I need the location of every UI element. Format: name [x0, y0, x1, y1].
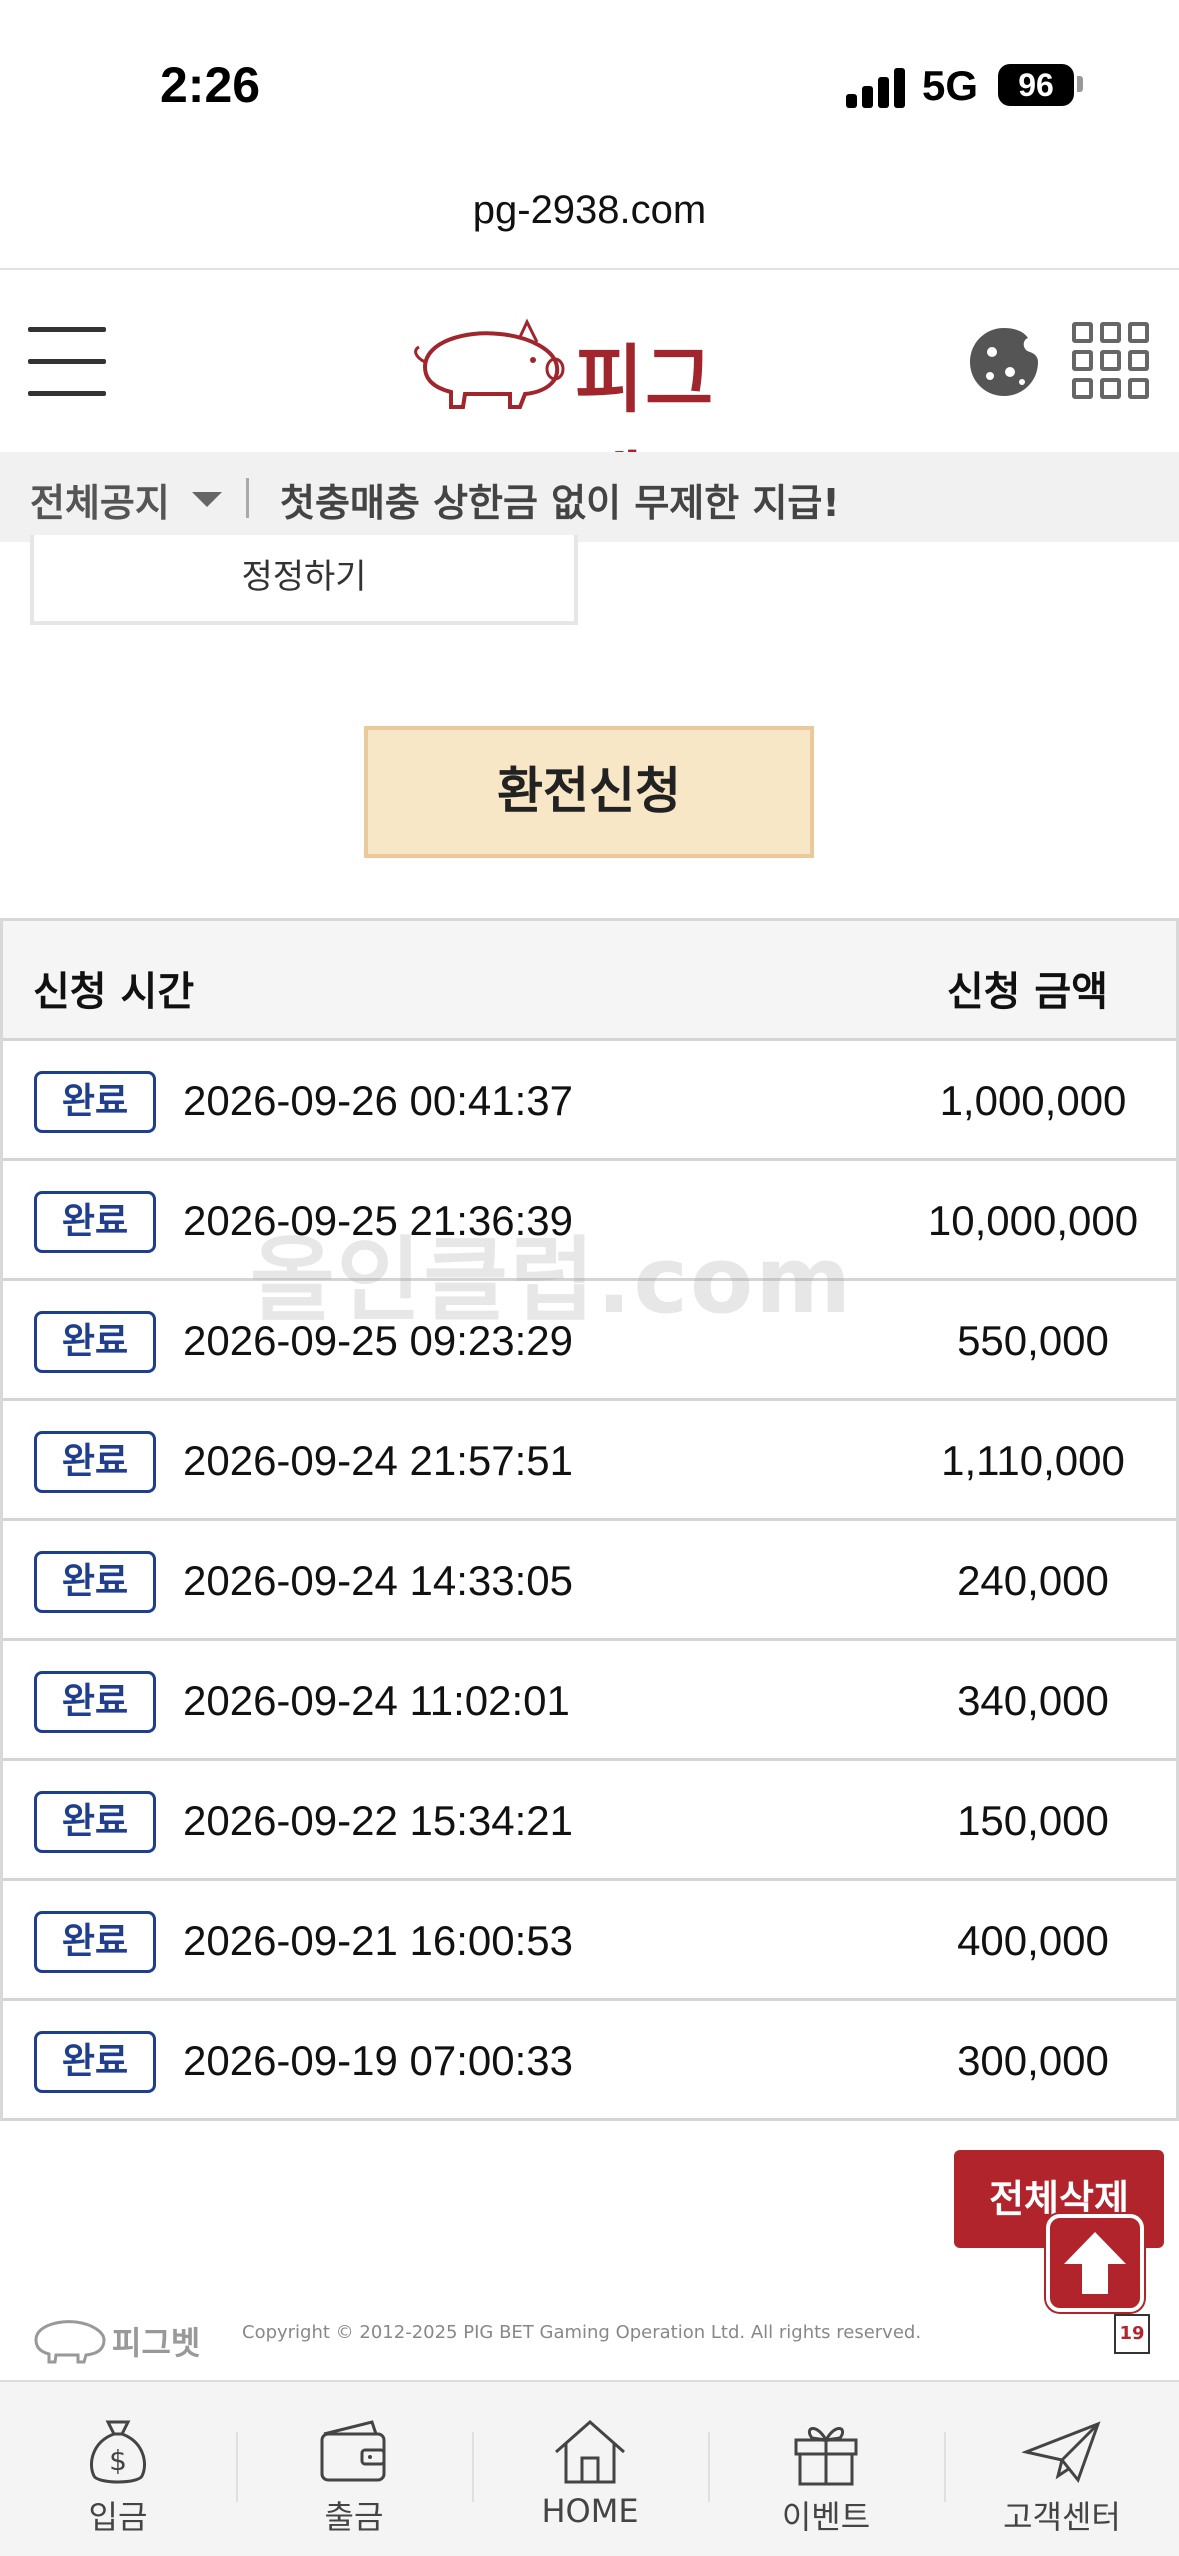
- money-bag-icon: $: [90, 2420, 146, 2484]
- request-time: 2026-09-25 09:23:29: [183, 1317, 573, 1364]
- table-row: 완료 2026-09-26 00:41:37 1,000,000: [3, 1041, 1176, 1161]
- cookie-icon[interactable]: [966, 324, 1042, 400]
- request-amount: 300,000: [957, 2037, 1109, 2084]
- notice-bar: 전체공지 첫충매충 상한금 없이 무제한 지급!: [0, 452, 1179, 542]
- url-text: pg-2938.com: [472, 188, 707, 232]
- request-amount: 550,000: [957, 1317, 1109, 1364]
- bottom-nav: $ 입금 출금 HOME 이벤트 고객센터: [0, 2380, 1179, 2556]
- nav-label: 입금: [88, 2498, 148, 2536]
- footer-logo: 피그벳: [28, 2310, 208, 2366]
- footer-logo-text: 피그벳: [112, 2324, 201, 2362]
- table-row: 완료 2026-09-24 21:57:51 1,110,000: [3, 1401, 1176, 1521]
- request-time: 2026-09-22 15:34:21: [183, 1797, 573, 1844]
- footer: 피그벳 Copyright © 2012-2025 PIG BET Gaming…: [0, 2300, 1179, 2380]
- request-time: 2026-09-24 21:57:51: [183, 1437, 573, 1484]
- status-badge: 완료: [34, 1431, 156, 1493]
- status-badge: 완료: [34, 1671, 156, 1733]
- request-time: 2026-09-26 00:41:37: [183, 1077, 573, 1124]
- apps-grid-icon[interactable]: [1072, 322, 1150, 400]
- request-amount: 10,000,000: [927, 1197, 1139, 1244]
- notice-label[interactable]: 전체공지: [30, 472, 170, 527]
- status-badge: 완료: [34, 1311, 156, 1373]
- request-time: 2026-09-25 21:36:39: [183, 1197, 573, 1244]
- status-time: 2:26: [160, 57, 261, 113]
- age-restriction-badge: 19: [1114, 2314, 1150, 2354]
- battery-icon: 96: [998, 64, 1074, 106]
- request-amount: 1,110,000: [941, 1437, 1125, 1484]
- wallet-icon: [320, 2420, 386, 2482]
- request-amount: 150,000: [957, 1797, 1109, 1844]
- exchange-request-button[interactable]: 환전신청: [364, 726, 814, 858]
- nav-home[interactable]: HOME: [472, 2382, 708, 2556]
- table-row: 완료 2026-09-22 15:34:21 150,000: [3, 1761, 1176, 1881]
- battery-cap: [1077, 76, 1083, 92]
- copyright-text: Copyright © 2012-2025 PIG BET Gaming Ope…: [242, 2322, 922, 2343]
- divider: [246, 478, 249, 518]
- nav-deposit[interactable]: $ 입금: [0, 2382, 236, 2556]
- request-time: 2026-09-21 16:00:53: [183, 1917, 573, 1964]
- nav-label: 이벤트: [781, 2498, 871, 2536]
- table-row: 완료 2026-09-19 07:00:33 300,000: [3, 2001, 1176, 2121]
- menu-icon[interactable]: [28, 327, 106, 397]
- notice-text[interactable]: 첫충매충 상한금 없이 무제한 지급!: [280, 472, 840, 527]
- nav-label: 출금: [324, 2498, 384, 2536]
- arrow-up-icon: [1064, 2232, 1126, 2294]
- scroll-top-button[interactable]: [1046, 2214, 1144, 2312]
- withdrawal-history-table: 신청 시간 신청 금액 완료 2026-09-26 00:41:37 1,000,0…: [0, 918, 1179, 2121]
- table-row: 완료 2026-09-24 11:02:01 340,000: [3, 1641, 1176, 1761]
- column-header-amount: 신청 금액: [946, 969, 1108, 1015]
- request-amount: 340,000: [957, 1677, 1109, 1724]
- network-label: 5G: [922, 62, 979, 109]
- correct-button[interactable]: 정정하기: [30, 535, 578, 625]
- status-badge: 완료: [34, 1071, 156, 1133]
- address-bar[interactable]: pg-2938.com: [0, 160, 1179, 270]
- request-time: 2026-09-19 07:00:33: [183, 2037, 573, 2084]
- request-amount: 400,000: [957, 1917, 1109, 1964]
- request-time: 2026-09-24 14:33:05: [183, 1557, 573, 1604]
- nav-withdraw[interactable]: 출금: [236, 2382, 472, 2556]
- status-bar: 2:26 5G 96: [0, 0, 1179, 160]
- request-amount: 1,000,000: [939, 1077, 1127, 1124]
- status-badge: 완료: [34, 1191, 156, 1253]
- caret-down-icon[interactable]: [192, 492, 222, 507]
- nav-label: HOME: [541, 2492, 639, 2530]
- page: 2:26 5G 96 pg-2938.com 피그벳: [0, 0, 1179, 2556]
- request-time: 2026-09-24 11:02:01: [183, 1677, 570, 1724]
- signal-icon: [846, 64, 906, 108]
- request-amount: 240,000: [957, 1557, 1109, 1604]
- site-logo[interactable]: 피그벳: [405, 312, 775, 530]
- gift-icon: [794, 2427, 858, 2486]
- column-header-time: 신청 시간: [33, 969, 195, 1015]
- site-header: 피그벳: [0, 272, 1179, 530]
- paper-plane-icon: [1022, 2421, 1101, 2484]
- status-badge: 완료: [34, 2031, 156, 2093]
- table-row: 완료 2026-09-25 09:23:29 550,000: [3, 1281, 1176, 1401]
- nav-support[interactable]: 고객센터: [944, 2382, 1179, 2556]
- status-badge: 완료: [34, 1551, 156, 1613]
- nav-label: 고객센터: [1003, 2498, 1121, 2536]
- pig-logo-icon: [34, 2320, 106, 2364]
- table-row: 완료 2026-09-24 14:33:05 240,000: [3, 1521, 1176, 1641]
- table-row: 완료 2026-09-25 21:36:39 10,000,000: [3, 1161, 1176, 1281]
- status-badge: 완료: [34, 1911, 156, 1973]
- home-icon: [555, 2419, 625, 2484]
- svg-text:$: $: [109, 2444, 127, 2477]
- table-row: 완료 2026-09-21 16:00:53 400,000: [3, 1881, 1176, 2001]
- table-header: 신청 시간 신청 금액: [3, 921, 1176, 1041]
- nav-event[interactable]: 이벤트: [708, 2382, 944, 2556]
- status-badge: 완료: [34, 1791, 156, 1853]
- pig-logo-icon: [414, 318, 565, 409]
